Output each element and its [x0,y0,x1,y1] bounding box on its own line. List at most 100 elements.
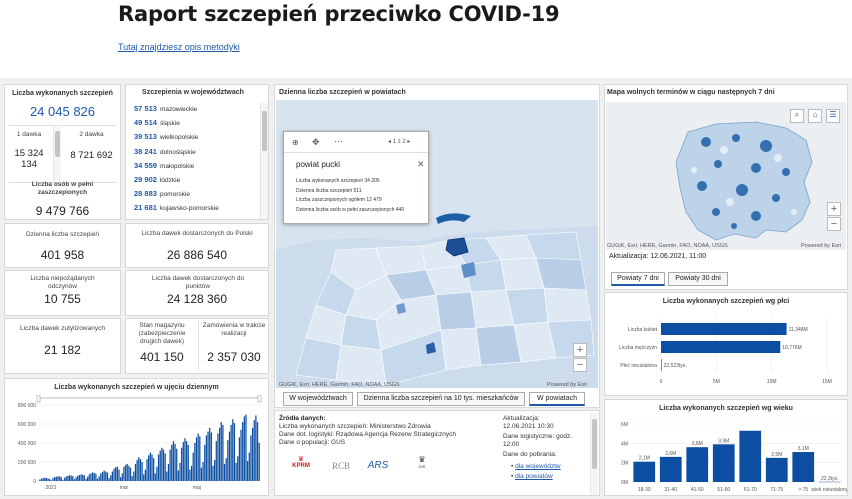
close-icon[interactable]: ✕ [417,159,425,170]
daily-bar[interactable] [143,474,145,481]
daily-bar[interactable] [207,431,209,481]
daily-bar[interactable] [251,427,254,481]
daily-bar[interactable] [200,467,203,481]
daily-bar[interactable] [63,477,66,481]
sex-bar[interactable] [661,341,781,353]
daily-bar[interactable] [235,462,237,481]
daily-bar[interactable] [116,466,118,481]
daily-bar[interactable] [93,472,95,481]
daily-bar[interactable] [199,436,201,481]
daily-bar[interactable] [238,437,241,481]
daily-bar[interactable] [166,471,168,482]
daily-bar[interactable] [141,462,143,481]
daily-bar[interactable] [214,460,216,481]
daily-bar[interactable] [195,437,198,481]
download-link-voivodeships[interactable]: • dla województw [511,463,561,471]
daily-bar[interactable] [237,456,239,481]
daily-bar[interactable] [182,442,184,481]
daily-bar[interactable] [111,471,114,482]
daily-bar[interactable] [57,476,59,481]
voivodeship-item[interactable]: 57 513 mazowieckie [134,104,197,113]
zoom-out-button[interactable]: − [827,217,841,231]
daily-bar[interactable] [120,477,122,481]
zoom-in-button[interactable]: + [573,343,587,357]
time-slider-handle-end[interactable] [257,395,262,403]
daily-bar[interactable] [245,414,247,482]
daily-bar[interactable] [233,423,236,481]
daily-bar[interactable] [126,463,128,481]
daily-bar[interactable] [190,465,193,481]
daily-bar[interactable] [157,454,160,481]
daily-bar[interactable] [189,469,191,481]
sources-scrollbar[interactable] [590,413,598,495]
daily-bar[interactable] [181,447,183,481]
voivodeship-scrollbar[interactable] [260,103,268,219]
voivodeship-item[interactable]: 21 681 kujawsko-pomorskie [134,203,219,212]
tab-counties[interactable]: W powiatach [529,392,585,406]
more-options-icon[interactable]: ⋯ [334,136,343,147]
daily-bar[interactable] [106,472,109,481]
daily-bar[interactable] [44,477,46,481]
link-text[interactable]: dla województw [515,463,561,470]
zoom-to-icon[interactable]: ⊕ [292,138,299,147]
link-text[interactable]: dla powiatów [515,473,553,480]
daily-bar[interactable] [65,476,67,481]
daily-bar[interactable] [167,463,170,481]
daily-bar[interactable] [202,462,204,481]
age-bar[interactable] [633,461,656,482]
daily-bar[interactable] [139,459,142,481]
daily-bar[interactable] [148,455,150,481]
daily-bar[interactable] [83,475,85,481]
daily-bar[interactable] [85,478,87,481]
zoom-out-button[interactable]: − [573,358,587,372]
daily-bar[interactable] [204,444,206,481]
daily-bar[interactable] [95,473,97,481]
daily-bar[interactable] [256,422,259,481]
daily-bar[interactable] [134,463,137,481]
daily-bar[interactable] [136,460,138,481]
daily-bar[interactable] [222,424,224,481]
tab-voivodeships[interactable]: W województwach [283,392,353,406]
daily-bar[interactable] [146,459,148,481]
daily-bar[interactable] [113,468,115,481]
daily-bar[interactable] [159,450,161,481]
daily-bar[interactable] [225,458,227,481]
daily-bar[interactable] [54,477,56,481]
daily-bar[interactable] [162,449,165,481]
daily-bar[interactable] [68,475,71,481]
voivodeship-item[interactable]: 34 559 małopolskie [134,161,194,170]
dose1-scrollbar[interactable] [53,127,61,181]
daily-bar[interactable] [138,457,140,481]
daily-bar[interactable] [52,478,54,481]
daily-bar[interactable] [149,452,151,482]
daily-bar[interactable] [172,441,175,481]
daily-bar[interactable] [62,479,64,481]
time-slider-handle-start[interactable] [36,395,41,403]
home-icon[interactable]: ⌂ [808,109,822,123]
daily-bar[interactable] [243,416,245,481]
daily-bar[interactable] [212,465,214,481]
voivodeship-item[interactable]: 38 241 dolnośląskie [134,147,196,156]
daily-bar[interactable] [218,427,221,481]
daily-bar[interactable] [194,443,196,481]
popup-pager[interactable]: ◂ 1 z 2 ▸ [388,138,410,145]
sex-bar[interactable] [661,323,787,335]
daily-bar[interactable] [161,447,163,481]
daily-bar[interactable] [133,471,135,482]
daily-bar[interactable] [70,475,72,481]
daily-bar[interactable] [247,461,249,481]
download-link-counties[interactable]: • dla powiatów [511,473,553,481]
daily-bar[interactable] [197,433,199,482]
daily-bar[interactable] [156,466,158,481]
daily-bar[interactable] [227,440,229,481]
age-bar[interactable] [765,457,788,482]
daily-bar[interactable] [39,479,41,481]
daily-bar[interactable] [228,431,231,481]
daily-bar[interactable] [115,467,117,481]
methodology-link[interactable]: Tutaj znajdziesz opis metodyki [118,42,240,52]
daily-bar[interactable] [55,476,57,481]
daily-bar[interactable] [124,464,127,481]
tab-counties-30-days[interactable]: Powiaty 30 dni [668,272,728,286]
daily-bar[interactable] [72,476,74,481]
daily-bar[interactable] [152,458,155,481]
